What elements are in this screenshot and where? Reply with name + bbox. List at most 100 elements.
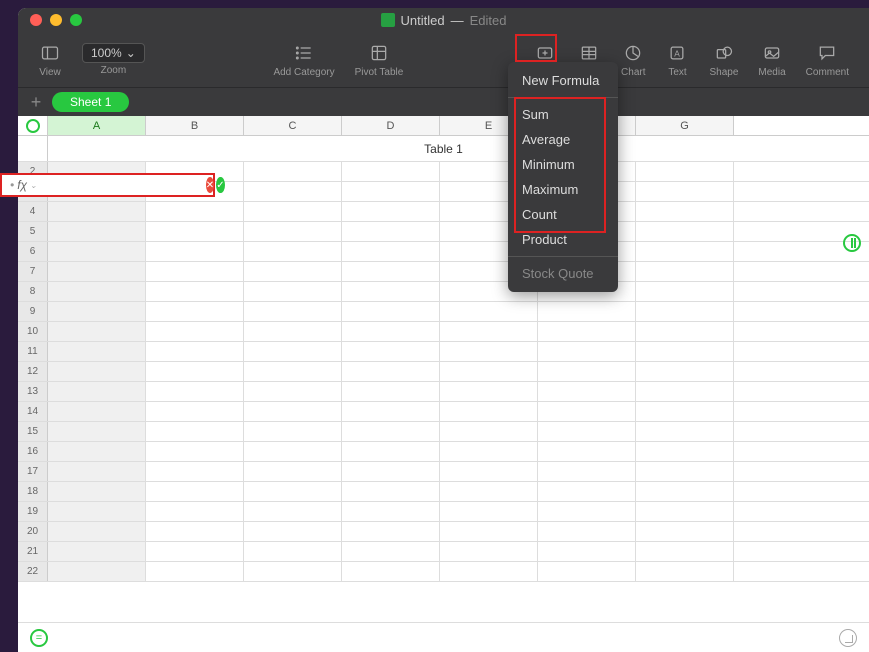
- view-button[interactable]: View: [30, 41, 70, 78]
- cell[interactable]: [244, 242, 342, 261]
- cell[interactable]: [440, 522, 538, 541]
- column-header-c[interactable]: C: [244, 116, 342, 135]
- cell[interactable]: [48, 502, 146, 521]
- cell[interactable]: [48, 422, 146, 441]
- cell[interactable]: [146, 262, 244, 281]
- cell[interactable]: [48, 222, 146, 241]
- cell[interactable]: [48, 302, 146, 321]
- cell[interactable]: [440, 422, 538, 441]
- cell[interactable]: [440, 322, 538, 341]
- cell[interactable]: [636, 242, 734, 261]
- cell[interactable]: [440, 542, 538, 561]
- cell[interactable]: [244, 422, 342, 441]
- cell[interactable]: [146, 282, 244, 301]
- cell[interactable]: [342, 502, 440, 521]
- table-title[interactable]: Table 1: [424, 142, 463, 156]
- column-header-a[interactable]: A: [48, 116, 146, 135]
- cell[interactable]: [244, 262, 342, 281]
- minimize-window-button[interactable]: [50, 14, 62, 26]
- cell[interactable]: [636, 262, 734, 281]
- cell[interactable]: [48, 282, 146, 301]
- text-button[interactable]: A Text: [657, 41, 697, 78]
- fx-label[interactable]: fχ ⌄: [6, 178, 41, 192]
- cell[interactable]: [146, 322, 244, 341]
- cell[interactable]: [48, 322, 146, 341]
- cell[interactable]: [342, 282, 440, 301]
- column-header-g[interactable]: G: [636, 116, 734, 135]
- cell[interactable]: [342, 542, 440, 561]
- cell[interactable]: [244, 542, 342, 561]
- cell[interactable]: [48, 482, 146, 501]
- cell[interactable]: [48, 542, 146, 561]
- cell[interactable]: [440, 502, 538, 521]
- cell[interactable]: [244, 522, 342, 541]
- column-header-b[interactable]: B: [146, 116, 244, 135]
- cell[interactable]: [440, 382, 538, 401]
- cell[interactable]: [342, 302, 440, 321]
- menu-sum[interactable]: Sum: [508, 102, 618, 127]
- cell[interactable]: [538, 442, 636, 461]
- cell[interactable]: [48, 462, 146, 481]
- column-header-d[interactable]: D: [342, 116, 440, 135]
- cell[interactable]: [146, 242, 244, 261]
- cell[interactable]: [146, 542, 244, 561]
- cell[interactable]: [244, 482, 342, 501]
- row-header[interactable]: 4: [18, 202, 48, 221]
- row-header[interactable]: 18: [18, 482, 48, 501]
- cell[interactable]: [146, 422, 244, 441]
- cell[interactable]: [342, 562, 440, 581]
- cell[interactable]: [636, 382, 734, 401]
- cell[interactable]: [440, 462, 538, 481]
- row-header[interactable]: 13: [18, 382, 48, 401]
- cell[interactable]: [244, 282, 342, 301]
- row-header[interactable]: 7: [18, 262, 48, 281]
- cell[interactable]: [48, 442, 146, 461]
- cell[interactable]: [538, 482, 636, 501]
- cell[interactable]: [342, 362, 440, 381]
- cell[interactable]: [538, 502, 636, 521]
- add-category-button[interactable]: Add Category: [265, 41, 342, 78]
- cell[interactable]: [538, 322, 636, 341]
- cell[interactable]: [244, 222, 342, 241]
- cell[interactable]: [48, 562, 146, 581]
- cell[interactable]: [636, 162, 734, 181]
- row-header[interactable]: 19: [18, 502, 48, 521]
- cell[interactable]: [636, 462, 734, 481]
- cell[interactable]: [146, 522, 244, 541]
- cell[interactable]: [244, 382, 342, 401]
- cell[interactable]: [342, 342, 440, 361]
- cell[interactable]: [342, 262, 440, 281]
- menu-maximum[interactable]: Maximum: [508, 177, 618, 202]
- cell[interactable]: [342, 382, 440, 401]
- cell[interactable]: [636, 542, 734, 561]
- cell[interactable]: [538, 342, 636, 361]
- cell[interactable]: [440, 302, 538, 321]
- cell[interactable]: [636, 562, 734, 581]
- cell[interactable]: [440, 342, 538, 361]
- cell[interactable]: [538, 302, 636, 321]
- cell[interactable]: [342, 202, 440, 221]
- cell[interactable]: [342, 162, 440, 181]
- cell[interactable]: [342, 402, 440, 421]
- cell[interactable]: [636, 402, 734, 421]
- sheet-tab-1[interactable]: Sheet 1: [52, 92, 129, 112]
- zoom-select[interactable]: 100% ⌄: [82, 43, 145, 63]
- media-button[interactable]: Media: [750, 41, 793, 78]
- menu-count[interactable]: Count: [508, 202, 618, 227]
- cell[interactable]: [538, 422, 636, 441]
- formula-input[interactable]: [41, 178, 204, 192]
- row-header[interactable]: 17: [18, 462, 48, 481]
- cell[interactable]: [538, 462, 636, 481]
- cell[interactable]: [342, 242, 440, 261]
- cell[interactable]: [440, 562, 538, 581]
- chart-button[interactable]: Chart: [613, 41, 653, 78]
- cell[interactable]: [244, 362, 342, 381]
- cell[interactable]: [636, 362, 734, 381]
- cell[interactable]: [244, 322, 342, 341]
- cell[interactable]: [244, 402, 342, 421]
- cell[interactable]: [48, 522, 146, 541]
- cell[interactable]: [538, 402, 636, 421]
- cell[interactable]: [244, 442, 342, 461]
- row-header[interactable]: 14: [18, 402, 48, 421]
- cell[interactable]: [146, 362, 244, 381]
